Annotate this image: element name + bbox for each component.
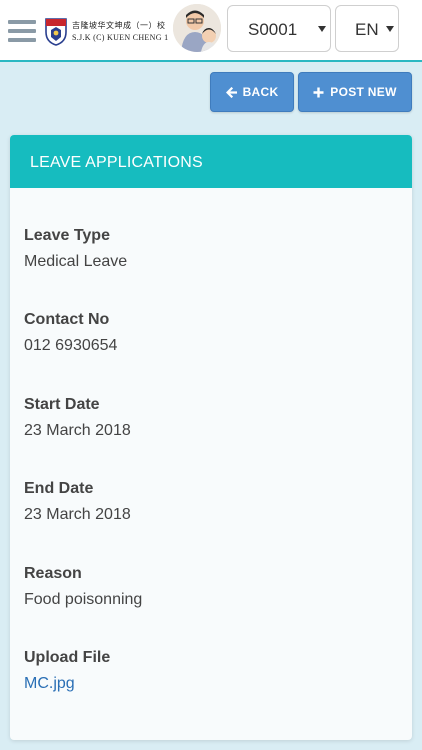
top-bar: 吉隆坡华文坤成（一）校 S.J.K (C) KUEN CHENG 1 S0001… <box>0 0 422 62</box>
back-button-label: BACK <box>242 85 279 99</box>
field-upload-file: Upload File MC.jpg <box>24 649 110 693</box>
field-label: Reason <box>24 565 82 582</box>
student-select[interactable]: S0001 <box>227 5 331 52</box>
school-name-en: S.J.K (C) KUEN CHENG 1 <box>72 33 169 42</box>
language-select-value: EN <box>355 20 379 39</box>
field-label: Leave Type <box>24 227 110 244</box>
plus-icon <box>313 87 324 98</box>
leave-application-card: LEAVE APPLICATIONS Leave Type Medical Le… <box>10 135 412 740</box>
field-label: End Date <box>24 480 94 497</box>
field-label: Contact No <box>24 311 110 328</box>
school-crest-icon <box>45 18 67 46</box>
field-value: Food poisonning <box>24 591 143 608</box>
field-value: Medical Leave <box>24 253 128 270</box>
avatar[interactable] <box>173 4 221 52</box>
field-label: Upload File <box>24 649 111 666</box>
field-reason: Reason Food poisonning <box>24 565 142 609</box>
student-select-value: S0001 <box>248 20 298 39</box>
post-new-button[interactable]: POST NEW <box>298 72 412 112</box>
menu-icon[interactable] <box>8 20 36 44</box>
school-logo[interactable]: 吉隆坡华文坤成（一）校 S.J.K (C) KUEN CHENG 1 <box>42 14 170 48</box>
field-end-date: End Date 23 March 2018 <box>24 480 131 524</box>
post-new-button-label: POST NEW <box>330 85 397 99</box>
field-start-date: Start Date 23 March 2018 <box>24 396 131 440</box>
field-leave-type: Leave Type Medical Leave <box>24 227 127 271</box>
field-label: Start Date <box>24 396 100 413</box>
field-value: 012 6930654 <box>24 337 118 354</box>
language-select[interactable]: EN <box>335 5 399 52</box>
upload-file-link[interactable]: MC.jpg <box>24 675 110 693</box>
arrow-left-icon <box>225 86 237 98</box>
field-value: 23 March 2018 <box>24 506 131 523</box>
school-name-cn: 吉隆坡华文坤成（一）校 <box>72 21 166 30</box>
back-button[interactable]: BACK <box>210 72 294 112</box>
field-value: 23 March 2018 <box>24 422 131 439</box>
avatar-photo <box>173 4 221 52</box>
field-contact-no: Contact No 012 6930654 <box>24 311 117 355</box>
chevron-down-icon <box>386 26 394 32</box>
chevron-down-icon <box>318 26 326 32</box>
card-title: LEAVE APPLICATIONS <box>10 135 412 188</box>
